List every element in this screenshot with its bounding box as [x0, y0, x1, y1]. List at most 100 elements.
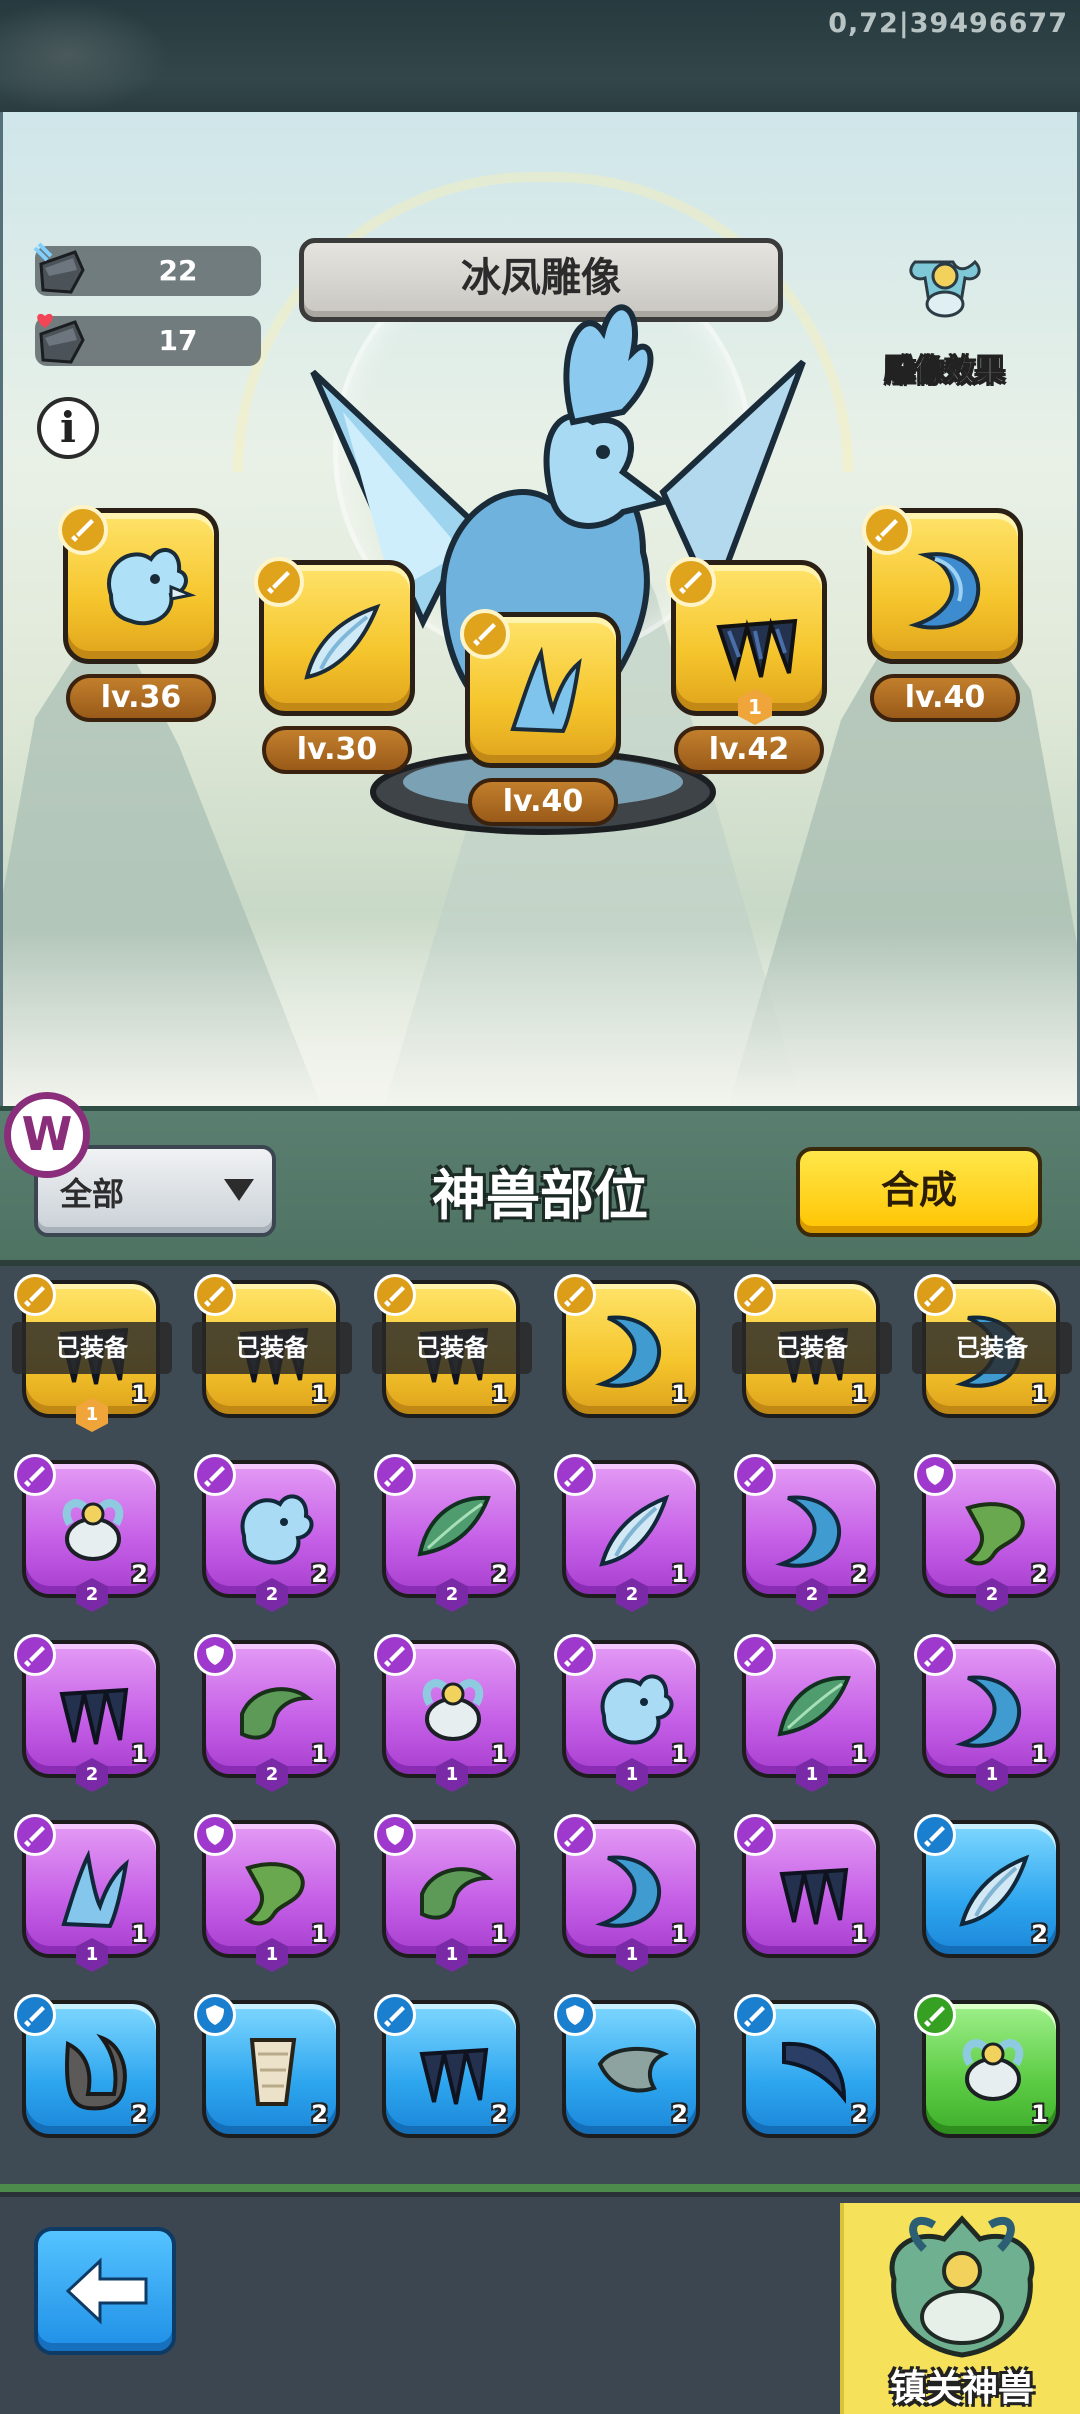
item-count: 1: [1031, 2100, 1048, 2128]
sword-badge: [666, 557, 716, 607]
sword-badge: [862, 505, 912, 555]
inventory-item[interactable]: 22: [914, 1454, 1060, 1612]
part-slot-head[interactable]: lv.36: [58, 505, 219, 722]
part-slot-wing[interactable]: lv.30: [254, 557, 415, 774]
star-level-badge: 1: [616, 1758, 648, 1792]
inventory-item[interactable]: 22: [14, 1454, 160, 1612]
star-level-badge: 2: [616, 1578, 648, 1612]
green-horn-icon: [420, 1867, 494, 1920]
leaf-wing-icon: [417, 1495, 491, 1557]
sword-badge: [734, 1274, 776, 1316]
inventory-item[interactable]: 22: [374, 1454, 520, 1612]
claw-icon: [716, 617, 798, 683]
inventory-item[interactable]: 1: [734, 1814, 880, 1958]
sword-icon: [744, 1466, 765, 1487]
sword-badge: [14, 1994, 56, 2036]
inventory-item[interactable]: 1 1 已装备: [12, 1274, 172, 1432]
inventory-item[interactable]: 22: [734, 1454, 880, 1612]
inventory-item[interactable]: 11: [374, 1634, 520, 1792]
item-count: 2: [851, 2100, 868, 2128]
star-level-badge: 2: [256, 1758, 288, 1792]
inventory-item[interactable]: 1: [554, 1274, 700, 1418]
inventory-item[interactable]: 11: [554, 1634, 700, 1792]
inventory-item[interactable]: 11: [14, 1814, 160, 1972]
item-count: 1: [671, 1920, 688, 1948]
inventory-item[interactable]: 11: [194, 1814, 340, 1972]
sword-icon: [71, 519, 94, 542]
inventory-item[interactable]: 11: [554, 1814, 700, 1972]
inventory-item[interactable]: 1 已装备: [192, 1274, 352, 1418]
green-tail-icon: [964, 1502, 1025, 1566]
item-count: 1: [671, 1380, 688, 1408]
shield-icon: [206, 2005, 224, 2025]
equipped-label: 已装备: [12, 1322, 172, 1374]
claw-icon: [59, 1687, 129, 1745]
item-count: 2: [491, 1560, 508, 1588]
mist: [3, 930, 1077, 1110]
inventory-item[interactable]: 1 已装备: [732, 1274, 892, 1418]
inventory-item[interactable]: 11: [734, 1634, 880, 1792]
item-count: 1: [131, 1380, 148, 1408]
part-slot-tail[interactable]: lv.40: [862, 505, 1023, 722]
inventory-item[interactable]: 2: [374, 1994, 520, 2138]
sword-icon: [384, 2006, 405, 2027]
attack-ore-icon: [33, 242, 85, 294]
inventory-item[interactable]: 12: [194, 1634, 340, 1792]
sword-icon: [564, 1646, 585, 1667]
statue-effect-button[interactable]: 雕像效果: [875, 242, 1015, 390]
inventory-item[interactable]: 2: [554, 1994, 700, 2138]
slot-level: lv.42: [674, 726, 824, 774]
shield-badge: [374, 1814, 416, 1856]
item-count: 2: [131, 1560, 148, 1588]
inventory-item[interactable]: 12: [554, 1454, 700, 1612]
inventory-item[interactable]: 2: [914, 1814, 1060, 1958]
sword-badge: [374, 1994, 416, 2036]
item-count: 2: [1031, 1560, 1048, 1588]
sword-badge: [914, 1274, 956, 1316]
slot-tile: 1: [666, 557, 827, 725]
inventory-item[interactable]: 1 已装备: [912, 1274, 1072, 1418]
ram-icon: [62, 1499, 124, 1561]
synthesize-button[interactable]: 合成: [796, 1147, 1042, 1237]
item-count: 1: [671, 1740, 688, 1768]
inventory-item[interactable]: 2: [194, 1994, 340, 2138]
star-level-badge: 2: [256, 1578, 288, 1612]
star-level-badge: 1: [436, 1938, 468, 1972]
statue-effect-label: 雕像效果: [885, 354, 1006, 390]
synthesize-label: 合成: [880, 1168, 957, 1212]
equipped-label: 已装备: [192, 1322, 352, 1374]
health-ore-icon: [37, 313, 85, 364]
sword-badge: [194, 1274, 236, 1316]
shield-icon: [206, 1645, 224, 1665]
sword-badge: [734, 1634, 776, 1676]
item-count: 2: [491, 2100, 508, 2128]
inventory-item[interactable]: 2: [734, 1994, 880, 2138]
inventory-item[interactable]: 11: [914, 1634, 1060, 1792]
inventory-item[interactable]: 1 已装备: [372, 1274, 532, 1418]
star-level-badge: 2: [976, 1578, 1008, 1612]
item-count: 2: [851, 1560, 868, 1588]
sword-icon: [875, 519, 898, 542]
inventory-item[interactable]: 22: [194, 1454, 340, 1612]
sword-icon: [924, 1286, 945, 1307]
w-logo-icon: W: [4, 1092, 90, 1178]
part-slot-crest[interactable]: lv.40: [460, 609, 621, 826]
inventory-item[interactable]: 2: [14, 1994, 160, 2138]
back-button[interactable]: [34, 2227, 176, 2355]
part-slot-claw[interactable]: 1 lv.42: [666, 557, 827, 774]
info-button[interactable]: i: [37, 397, 99, 459]
star-level-badge: 2: [436, 1578, 468, 1612]
sword-badge: [194, 1454, 236, 1496]
inventory-item[interactable]: 11: [374, 1814, 520, 1972]
sword-icon: [924, 2006, 945, 2027]
inventory-item[interactable]: 1: [914, 1994, 1060, 2138]
sword-icon: [384, 1466, 405, 1487]
inventory-item[interactable]: 12: [14, 1634, 160, 1792]
sword-badge: [914, 1634, 956, 1676]
wing-icon: [304, 603, 381, 680]
wing-icon: [959, 1854, 1030, 1927]
slot-tile: [460, 609, 621, 768]
guardian-beast-button[interactable]: 镇关神兽: [840, 2203, 1080, 2414]
star-level-badge: 1: [76, 1398, 108, 1432]
slot-tile: [862, 505, 1023, 664]
